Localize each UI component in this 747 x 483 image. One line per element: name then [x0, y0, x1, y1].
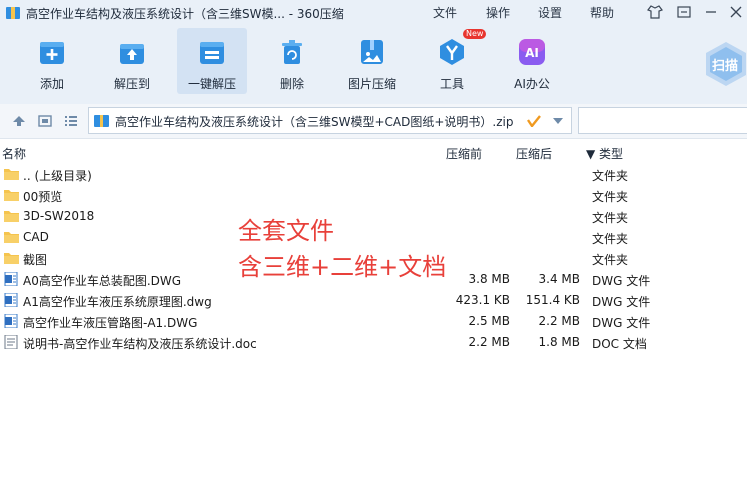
file-type: 文件夹 — [592, 253, 629, 267]
menu-icon[interactable] — [675, 4, 693, 20]
ai-icon-text: AI — [525, 46, 539, 60]
file-row[interactable]: CAD 文件夹 — [0, 227, 747, 248]
new-badge: New — [463, 29, 487, 39]
column-header-row: 名称 压缩前 压缩后 ▼ 类型 — [0, 142, 747, 162]
menu-file[interactable]: 文件 — [433, 4, 457, 21]
delete-button[interactable]: 删除 — [257, 28, 327, 94]
file-size: 2.2 MB — [468, 335, 510, 349]
image-compress-button[interactable]: 图片压缩 — [337, 28, 407, 94]
thumbnail-view-icon[interactable] — [38, 115, 52, 127]
file-type: DWG 文件 — [592, 274, 651, 288]
file-row[interactable]: .. (上级目录) 文件夹 — [0, 164, 747, 185]
file-type: 文件夹 — [592, 190, 629, 204]
address-input[interactable]: 高空作业车结构及液压系统设计（含三维SW模型+CAD图纸+说明书）.zip - … — [88, 107, 572, 134]
tools-button[interactable]: New 工具 — [417, 28, 487, 94]
file-name: A1高空作业车液压系统原理图.dwg — [23, 295, 212, 309]
menu-help[interactable]: 帮助 — [590, 4, 614, 21]
scan-label: 扫描 — [712, 59, 739, 74]
doc-file-icon — [4, 335, 18, 349]
file-type: DWG 文件 — [592, 295, 651, 309]
file-type: DOC 文档 — [592, 337, 647, 351]
file-packed-size: 1.8 MB — [538, 335, 580, 349]
tools-label: 工具 — [439, 77, 464, 91]
column-packed[interactable]: 压缩前 — [446, 145, 482, 162]
file-type: DWG 文件 — [592, 316, 651, 330]
dwg-file-icon — [4, 314, 18, 328]
file-packed-size: 2.2 MB — [538, 314, 580, 328]
file-size: 2.5 MB — [468, 314, 510, 328]
file-type: 文件夹 — [592, 211, 629, 225]
skin-icon[interactable] — [646, 4, 664, 20]
file-packed-size: 151.4 KB — [525, 293, 580, 307]
ai-office-icon: AI — [519, 39, 545, 65]
file-name: 高空作业车液压管路图-A1.DWG — [23, 316, 198, 330]
file-packed-size: 3.4 MB — [538, 272, 580, 286]
file-name: CAD — [23, 230, 49, 244]
overlay-line-2: 含三维+二维+文档 — [238, 253, 447, 281]
address-bar: 高空作业车结构及液压系统设计（含三维SW模型+CAD图纸+说明书）.zip - … — [0, 104, 747, 139]
file-row[interactable]: 00预览 文件夹 — [0, 185, 747, 206]
dwg-file-icon — [4, 272, 18, 286]
archive-icon — [94, 115, 109, 127]
dwg-file-icon — [4, 293, 18, 307]
file-row[interactable]: 3D-SW2018 文件夹 — [0, 206, 747, 227]
list-view-icon[interactable] — [64, 115, 78, 127]
title-bar: 高空作业车结构及液压系统设计（含三维SW模... - 360压缩 文件 操作 设… — [0, 0, 747, 26]
trash-icon — [282, 40, 302, 64]
extract-to-button[interactable]: 解压到 — [97, 28, 167, 94]
column-name[interactable]: 名称 — [2, 145, 26, 162]
menu-operation[interactable]: 操作 — [486, 4, 510, 21]
chevron-down-icon[interactable] — [552, 117, 564, 125]
menu-settings[interactable]: 设置 — [538, 4, 562, 21]
file-row[interactable]: 高空作业车液压管路图-A1.DWG 2.5 MB 2.2 MB DWG 文件 — [0, 311, 747, 332]
file-name: 截图 — [23, 253, 48, 267]
file-size: 423.1 KB — [455, 293, 510, 307]
folder-icon — [4, 253, 19, 264]
up-arrow-icon[interactable] — [12, 115, 26, 127]
add-label: 添加 — [39, 77, 64, 91]
one-click-extract-icon — [200, 42, 224, 64]
one-click-extract-label: 一键解压 — [187, 77, 236, 91]
app-logo-icon — [6, 7, 20, 19]
add-icon — [40, 42, 64, 64]
folder-icon — [4, 232, 19, 243]
folder-icon — [4, 190, 19, 201]
extract-to-label: 解压到 — [113, 77, 150, 91]
file-type: 文件夹 — [592, 232, 629, 246]
image-compress-label: 图片压缩 — [347, 77, 396, 91]
file-size: 3.8 MB — [468, 272, 510, 286]
extract-to-icon — [120, 44, 144, 64]
one-click-extract-button[interactable]: 一键解压 — [177, 28, 247, 94]
address-path: 高空作业车结构及液压系统设计（含三维SW模型+CAD图纸+说明书）.zip - … — [115, 115, 515, 129]
image-compress-icon — [361, 40, 383, 64]
minimize-icon[interactable] — [702, 4, 720, 20]
folder-icon — [4, 211, 19, 222]
check-mark-icon — [527, 115, 541, 127]
file-type: 文件夹 — [592, 169, 629, 183]
tools-icon — [440, 39, 464, 65]
file-name: 说明书-高空作业车结构及液压系统设计.doc — [23, 337, 257, 351]
file-name: .. (上级目录) — [23, 169, 92, 183]
file-name: A0高空作业车总装配图.DWG — [23, 274, 182, 288]
ai-office-label: AI办公 — [514, 77, 550, 91]
ai-office-button[interactable]: AI AI办公 — [497, 28, 567, 94]
file-row[interactable]: A1高空作业车液压系统原理图.dwg 423.1 KB 151.4 KB DWG 文件 — [0, 290, 747, 311]
file-row[interactable]: 说明书-高空作业车结构及液压系统设计.doc 2.2 MB 1.8 MB DOC 文档 — [0, 332, 747, 353]
file-name: 3D-SW2018 — [23, 209, 95, 223]
add-button[interactable]: 添加 — [17, 28, 87, 94]
window-title: 高空作业车结构及液压系统设计（含三维SW模... - 360压缩 — [26, 7, 344, 21]
delete-label: 删除 — [279, 77, 304, 91]
column-compressed[interactable]: 压缩后 — [516, 145, 552, 162]
close-icon[interactable] — [727, 4, 745, 20]
folder-icon — [4, 169, 19, 180]
overlay-line-1: 全套文件 — [238, 217, 334, 245]
file-name: 00预览 — [23, 190, 63, 204]
search-input[interactable] — [578, 107, 747, 134]
column-type[interactable]: ▼ 类型 — [586, 145, 623, 162]
